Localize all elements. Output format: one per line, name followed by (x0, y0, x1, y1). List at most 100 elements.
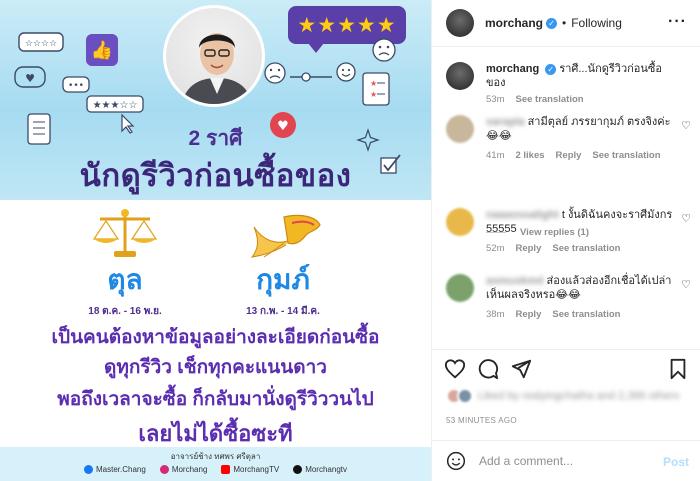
comments-thread: morchang ✓ ราศี...นักดูรีวิวก่อนซื้อของ … (432, 48, 700, 348)
sad-face-icon (264, 62, 286, 84)
verified-badge-icon: ✓ (545, 64, 557, 75)
thumbs-up-icon: 👍 (86, 34, 118, 66)
presenter-portrait (163, 5, 265, 107)
caption-username[interactable]: morchang (486, 63, 539, 75)
post-actions (432, 349, 700, 385)
avatar[interactable] (446, 115, 474, 143)
description-line: พอถึงเวลาจะซื้อ ก็กลับมานั่งดูรีวิววนไป (57, 389, 374, 410)
comment-item: naaasssalight t งั้นดิฉันคงจะราศีมังกร 5… (446, 208, 691, 258)
speech-bubble-rating-icon: ☆☆☆☆ (18, 32, 64, 52)
slider-icon (290, 72, 332, 82)
zodiac-aquarius: กุมภ์ 13 ก.พ. - 14 มี.ค. (228, 258, 338, 319)
comment-likes[interactable]: 2 likes (515, 149, 544, 163)
like-comment-heart-icon[interactable]: ♡ (681, 212, 691, 225)
comment-username[interactable]: asmuskmd (486, 275, 543, 287)
comment-username[interactable]: naaasssalight (486, 209, 559, 221)
following-button[interactable]: Following (571, 16, 622, 30)
tiktok-handle: Morchangtv (293, 465, 347, 474)
svg-text:★★★☆☆: ★★★☆☆ (93, 100, 138, 111)
sad-face-icon (372, 38, 396, 62)
zodiac-libra-dates: 18 ต.ค. - 16 พ.ย. (88, 306, 162, 317)
emoji-smile-icon[interactable] (446, 451, 466, 471)
separator-dot: • (562, 16, 567, 30)
description-line: ดูทุกรีวิว เช็กทุกคะแนนดาว (104, 357, 327, 378)
svg-text:★: ★ (370, 79, 377, 88)
comment-item: sarapla สามีตุลย์ ภรรยากุมภ์ ตรงจิงค่ะ 😂… (446, 115, 691, 175)
comment-item: asmuskmd ส่องแล้วส่องอีกเชื่อได้เปล่า เห… (446, 274, 691, 324)
ellipsis-icon[interactable]: ··· (668, 13, 687, 31)
post-timestamp[interactable]: 53 MINUTES AGO (446, 416, 517, 425)
youtube-handle: MorchangTV (221, 465, 279, 474)
comment-body: naaasssalight t งั้นดิฉันคงจะราศีมังกร 5… (486, 208, 676, 256)
credit-text: อาจารย์ช้าง ทศพร ศรีตุลา (170, 452, 261, 461)
verified-badge-icon: ✓ (546, 17, 558, 29)
zodiac-libra: ตุล 18 ต.ค. - 16 พ.ย. (70, 258, 180, 319)
post-headline: นักดูรีวิวก่อนซื้อของ (79, 158, 352, 193)
add-comment-bar: Post (432, 440, 700, 481)
caption-time[interactable]: 53m (486, 93, 504, 107)
share-send-icon[interactable] (510, 358, 532, 380)
like-heart-icon[interactable] (444, 358, 466, 380)
comment-meta: 52m Reply See translation (486, 242, 676, 256)
facebook-icon (84, 465, 93, 474)
post-header: morchang ✓ • Following ··· (432, 0, 700, 47)
comment-bubble-icon[interactable] (477, 358, 499, 380)
svg-text:♥: ♥ (25, 72, 35, 85)
svg-text:☆☆☆☆: ☆☆☆☆ (25, 39, 57, 49)
comment-meta: 38m Reply See translation (486, 308, 676, 322)
avatar[interactable] (446, 9, 474, 37)
comment-username[interactable]: sarapla (486, 116, 525, 128)
comment-time[interactable]: 38m (486, 308, 504, 322)
comment-time[interactable]: 52m (486, 242, 504, 256)
star-rating-icon: ★★★★★ (297, 13, 397, 37)
avatar[interactable] (446, 208, 474, 236)
chat-dots-icon: ••• (62, 76, 90, 93)
checklist-icon: ★ ★ (362, 72, 390, 106)
avatar[interactable] (446, 274, 474, 302)
see-translation-link[interactable]: See translation (592, 149, 660, 163)
comment-time[interactable]: 41m (486, 149, 504, 163)
comment-body: sarapla สามีตุลย์ ภรรยากุมภ์ ตรงจิงค่ะ 😂… (486, 115, 676, 163)
instagram-icon (159, 465, 169, 474)
see-translation-link[interactable]: See translation (552, 242, 620, 256)
caption-body: morchang ✓ ราศี...นักดูรีวิวก่อนซื้อของ … (486, 62, 676, 107)
comment-meta: 41m 2 likes Reply See translation (486, 149, 676, 163)
see-translation-link[interactable]: See translation (515, 93, 583, 107)
comment-body: asmuskmd ส่องแล้วส่องอีกเชื่อได้เปล่า เห… (486, 274, 676, 322)
libra-scales-icon (92, 209, 158, 257)
description-line: เลยไม่ได้ซื้อซะที (138, 421, 293, 446)
reply-button[interactable]: Reply (515, 308, 541, 322)
header-username[interactable]: morchang (485, 16, 543, 30)
caption-meta: 53m See translation (486, 93, 676, 107)
avatar (457, 388, 473, 404)
likes-summary[interactable]: Liked by realyingchatha and 2,386 others (446, 388, 679, 404)
zodiac-aquarius-dates: 13 ก.พ. - 14 มี.ค. (246, 306, 320, 317)
caption: morchang ✓ ราศี...นักดูรีวิวก่อนซื้อของ … (446, 62, 691, 105)
reply-button[interactable]: Reply (515, 242, 541, 256)
post-comment-button[interactable]: Post (663, 455, 689, 469)
smile-face-icon (336, 62, 356, 82)
tiktok-icon (293, 465, 303, 474)
svg-text:👍: 👍 (91, 39, 113, 61)
like-comment-heart-icon[interactable]: ♡ (681, 119, 691, 132)
likes-text: Liked by realyingchatha and 2,386 others (478, 390, 680, 402)
avatar[interactable] (446, 62, 474, 90)
zodiac-libra-name: ตุล (107, 264, 143, 295)
reply-button[interactable]: Reply (556, 149, 582, 163)
facebook-handle: Master.Chang (84, 465, 146, 474)
svg-text:•••: ••• (68, 81, 84, 91)
comment-input[interactable] (479, 454, 649, 468)
heart-chat-icon: ♥ (14, 66, 46, 88)
social-handles: Master.Chang Morchang MorchangTV Morchan… (0, 465, 431, 474)
see-translation-link[interactable]: See translation (552, 308, 620, 322)
youtube-icon (221, 465, 231, 474)
post-image[interactable]: ☆☆☆☆ 👍 ♥ ••• ★★★☆☆ ★★★★★ ★ ★ ♥ 2 ราศี นั… (0, 0, 431, 481)
aquarius-jar-icon (250, 214, 321, 258)
description-line: เป็นคนต้องหาข้อมูลอย่างละเอียดก่อนซื้อ (51, 327, 380, 348)
post-sidebar: morchang ✓ • Following ··· morchang ✓ รา… (431, 0, 700, 481)
svg-text:★: ★ (370, 90, 377, 99)
instagram-handle: Morchang (159, 465, 207, 474)
like-comment-heart-icon[interactable]: ♡ (681, 278, 691, 291)
bookmark-save-icon[interactable] (668, 358, 688, 380)
zodiac-aquarius-name: กุมภ์ (256, 264, 310, 295)
